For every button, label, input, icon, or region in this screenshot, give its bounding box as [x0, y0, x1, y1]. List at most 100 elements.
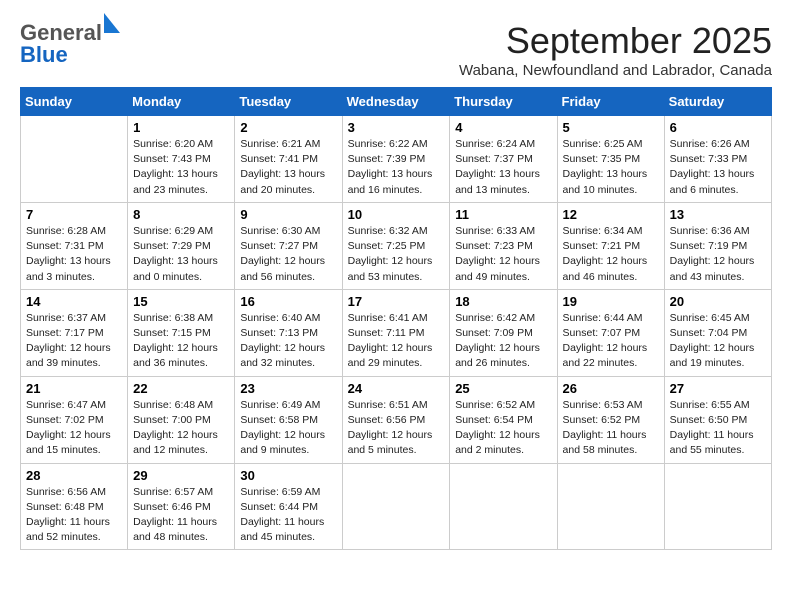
logo-blue-text: Blue	[20, 42, 68, 68]
day-info: Sunrise: 6:42 AM Sunset: 7:09 PM Dayligh…	[455, 311, 551, 372]
day-number: 4	[455, 120, 551, 135]
calendar-cell	[664, 463, 771, 550]
calendar-cell: 25Sunrise: 6:52 AM Sunset: 6:54 PM Dayli…	[450, 376, 557, 463]
calendar-cell: 23 Sunrise: 6:49 AM Sunset: 6:58 PM Dayli…	[235, 376, 342, 463]
location-subtitle: Wabana, Newfoundland and Labrador, Canad…	[459, 62, 772, 79]
day-number: 22	[133, 381, 229, 396]
day-number: 21	[26, 381, 122, 396]
calendar-cell: 3Sunrise: 6:22 AM Sunset: 7:39 PM Daylig…	[342, 116, 450, 203]
day-number: 27	[670, 381, 766, 396]
calendar-cell: 2 Sunrise: 6:21 AM Sunset: 7:41 PM Daylig…	[235, 116, 342, 203]
day-info: Sunrise: 6:22 AM Sunset: 7:39 PM Dayligh…	[348, 137, 445, 198]
calendar-week-4: 21 Sunrise: 6:47 AM Sunset: 7:02 PM Dayli…	[21, 376, 772, 463]
day-number: 1	[133, 120, 229, 135]
day-number: 6	[670, 120, 766, 135]
day-info: Sunrise: 6:20 AM Sunset: 7:43 PM Dayligh…	[133, 137, 229, 198]
day-info: Sunrise: 6:33 AM Sunset: 7:23 PM Dayligh…	[455, 224, 551, 285]
calendar-cell: 14 Sunrise: 6:37 AM Sunset: 7:17 PM Dayli…	[21, 289, 128, 376]
day-info: Sunrise: 6:49 AM Sunset: 6:58 PM Dayligh…	[240, 398, 336, 459]
day-info: Sunrise: 6:47 AM Sunset: 7:02 PM Dayligh…	[26, 398, 122, 459]
calendar-table: SundayMondayTuesdayWednesdayThursdayFrid…	[20, 87, 772, 550]
calendar-week-3: 14 Sunrise: 6:37 AM Sunset: 7:17 PM Dayli…	[21, 289, 772, 376]
day-number: 7	[26, 207, 122, 222]
day-number: 19	[563, 294, 659, 309]
calendar-cell: 9 Sunrise: 6:30 AM Sunset: 7:27 PM Daylig…	[235, 202, 342, 289]
day-number: 5	[563, 120, 659, 135]
day-info: Sunrise: 6:25 AM Sunset: 7:35 PM Dayligh…	[563, 137, 659, 198]
calendar-cell: 21 Sunrise: 6:47 AM Sunset: 7:02 PM Dayli…	[21, 376, 128, 463]
day-info: Sunrise: 6:21 AM Sunset: 7:41 PM Dayligh…	[240, 137, 336, 198]
calendar-cell: 17 Sunrise: 6:41 AM Sunset: 7:11 PM Dayli…	[342, 289, 450, 376]
day-info: Sunrise: 6:53 AM Sunset: 6:52 PM Dayligh…	[563, 398, 659, 459]
calendar-cell: 30 Sunrise: 6:59 AM Sunset: 6:44 PM Dayli…	[235, 463, 342, 550]
day-info: Sunrise: 6:32 AM Sunset: 7:25 PM Dayligh…	[348, 224, 445, 285]
calendar-cell: 13 Sunrise: 6:36 AM Sunset: 7:19 PM Dayli…	[664, 202, 771, 289]
day-header-tuesday: Tuesday	[235, 88, 342, 116]
calendar-cell: 5 Sunrise: 6:25 AM Sunset: 7:35 PM Daylig…	[557, 116, 664, 203]
calendar-cell: 27 Sunrise: 6:55 AM Sunset: 6:50 PM Dayli…	[664, 376, 771, 463]
calendar-week-2: 7Sunrise: 6:28 AM Sunset: 7:31 PM Daylig…	[21, 202, 772, 289]
title-block: September 2025 Wabana, Newfoundland and …	[459, 20, 772, 79]
day-number: 13	[670, 207, 766, 222]
day-info: Sunrise: 6:51 AM Sunset: 6:56 PM Dayligh…	[348, 398, 445, 459]
calendar-cell: 20Sunrise: 6:45 AM Sunset: 7:04 PM Dayli…	[664, 289, 771, 376]
day-header-sunday: Sunday	[21, 88, 128, 116]
day-header-wednesday: Wednesday	[342, 88, 450, 116]
day-info: Sunrise: 6:26 AM Sunset: 7:33 PM Dayligh…	[670, 137, 766, 198]
calendar-cell	[21, 116, 128, 203]
calendar-cell	[557, 463, 664, 550]
day-info: Sunrise: 6:34 AM Sunset: 7:21 PM Dayligh…	[563, 224, 659, 285]
calendar-cell: 19Sunrise: 6:44 AM Sunset: 7:07 PM Dayli…	[557, 289, 664, 376]
calendar-cell: 11 Sunrise: 6:33 AM Sunset: 7:23 PM Dayli…	[450, 202, 557, 289]
day-number: 18	[455, 294, 551, 309]
calendar-cell: 16 Sunrise: 6:40 AM Sunset: 7:13 PM Dayli…	[235, 289, 342, 376]
day-info: Sunrise: 6:59 AM Sunset: 6:44 PM Dayligh…	[240, 485, 336, 546]
day-number: 14	[26, 294, 122, 309]
day-header-friday: Friday	[557, 88, 664, 116]
calendar-week-5: 28Sunrise: 6:56 AM Sunset: 6:48 PM Dayli…	[21, 463, 772, 550]
calendar-cell: 15Sunrise: 6:38 AM Sunset: 7:15 PM Dayli…	[128, 289, 235, 376]
calendar-cell: 7Sunrise: 6:28 AM Sunset: 7:31 PM Daylig…	[21, 202, 128, 289]
calendar-cell: 4 Sunrise: 6:24 AM Sunset: 7:37 PM Daylig…	[450, 116, 557, 203]
day-number: 2	[240, 120, 336, 135]
day-info: Sunrise: 6:56 AM Sunset: 6:48 PM Dayligh…	[26, 485, 122, 546]
day-number: 8	[133, 207, 229, 222]
calendar-cell: 12 Sunrise: 6:34 AM Sunset: 7:21 PM Dayli…	[557, 202, 664, 289]
day-info: Sunrise: 6:48 AM Sunset: 7:00 PM Dayligh…	[133, 398, 229, 459]
calendar-cell: 28Sunrise: 6:56 AM Sunset: 6:48 PM Dayli…	[21, 463, 128, 550]
day-number: 15	[133, 294, 229, 309]
day-info: Sunrise: 6:29 AM Sunset: 7:29 PM Dayligh…	[133, 224, 229, 285]
day-info: Sunrise: 6:36 AM Sunset: 7:19 PM Dayligh…	[670, 224, 766, 285]
calendar-cell: 29 Sunrise: 6:57 AM Sunset: 6:46 PM Dayli…	[128, 463, 235, 550]
calendar-cell: 10 Sunrise: 6:32 AM Sunset: 7:25 PM Dayli…	[342, 202, 450, 289]
calendar-cell	[342, 463, 450, 550]
day-number: 23	[240, 381, 336, 396]
calendar-cell: 1 Sunrise: 6:20 AM Sunset: 7:43 PM Daylig…	[128, 116, 235, 203]
day-number: 11	[455, 207, 551, 222]
day-number: 17	[348, 294, 445, 309]
day-number: 25	[455, 381, 551, 396]
day-info: Sunrise: 6:30 AM Sunset: 7:27 PM Dayligh…	[240, 224, 336, 285]
day-number: 12	[563, 207, 659, 222]
page-header: General Blue September 2025 Wabana, Newf…	[20, 20, 772, 79]
calendar-cell: 18 Sunrise: 6:42 AM Sunset: 7:09 PM Dayli…	[450, 289, 557, 376]
day-number: 9	[240, 207, 336, 222]
day-info: Sunrise: 6:24 AM Sunset: 7:37 PM Dayligh…	[455, 137, 551, 198]
day-number: 20	[670, 294, 766, 309]
day-number: 16	[240, 294, 336, 309]
day-number: 10	[348, 207, 445, 222]
calendar-cell: 6 Sunrise: 6:26 AM Sunset: 7:33 PM Daylig…	[664, 116, 771, 203]
day-info: Sunrise: 6:37 AM Sunset: 7:17 PM Dayligh…	[26, 311, 122, 372]
day-number: 30	[240, 468, 336, 483]
calendar-cell: 24Sunrise: 6:51 AM Sunset: 6:56 PM Dayli…	[342, 376, 450, 463]
day-number: 29	[133, 468, 229, 483]
day-header-monday: Monday	[128, 88, 235, 116]
day-header-saturday: Saturday	[664, 88, 771, 116]
calendar-cell	[450, 463, 557, 550]
day-info: Sunrise: 6:55 AM Sunset: 6:50 PM Dayligh…	[670, 398, 766, 459]
day-info: Sunrise: 6:41 AM Sunset: 7:11 PM Dayligh…	[348, 311, 445, 372]
calendar-cell: 22 Sunrise: 6:48 AM Sunset: 7:00 PM Dayli…	[128, 376, 235, 463]
day-info: Sunrise: 6:57 AM Sunset: 6:46 PM Dayligh…	[133, 485, 229, 546]
calendar-header-row: SundayMondayTuesdayWednesdayThursdayFrid…	[21, 88, 772, 116]
day-info: Sunrise: 6:40 AM Sunset: 7:13 PM Dayligh…	[240, 311, 336, 372]
